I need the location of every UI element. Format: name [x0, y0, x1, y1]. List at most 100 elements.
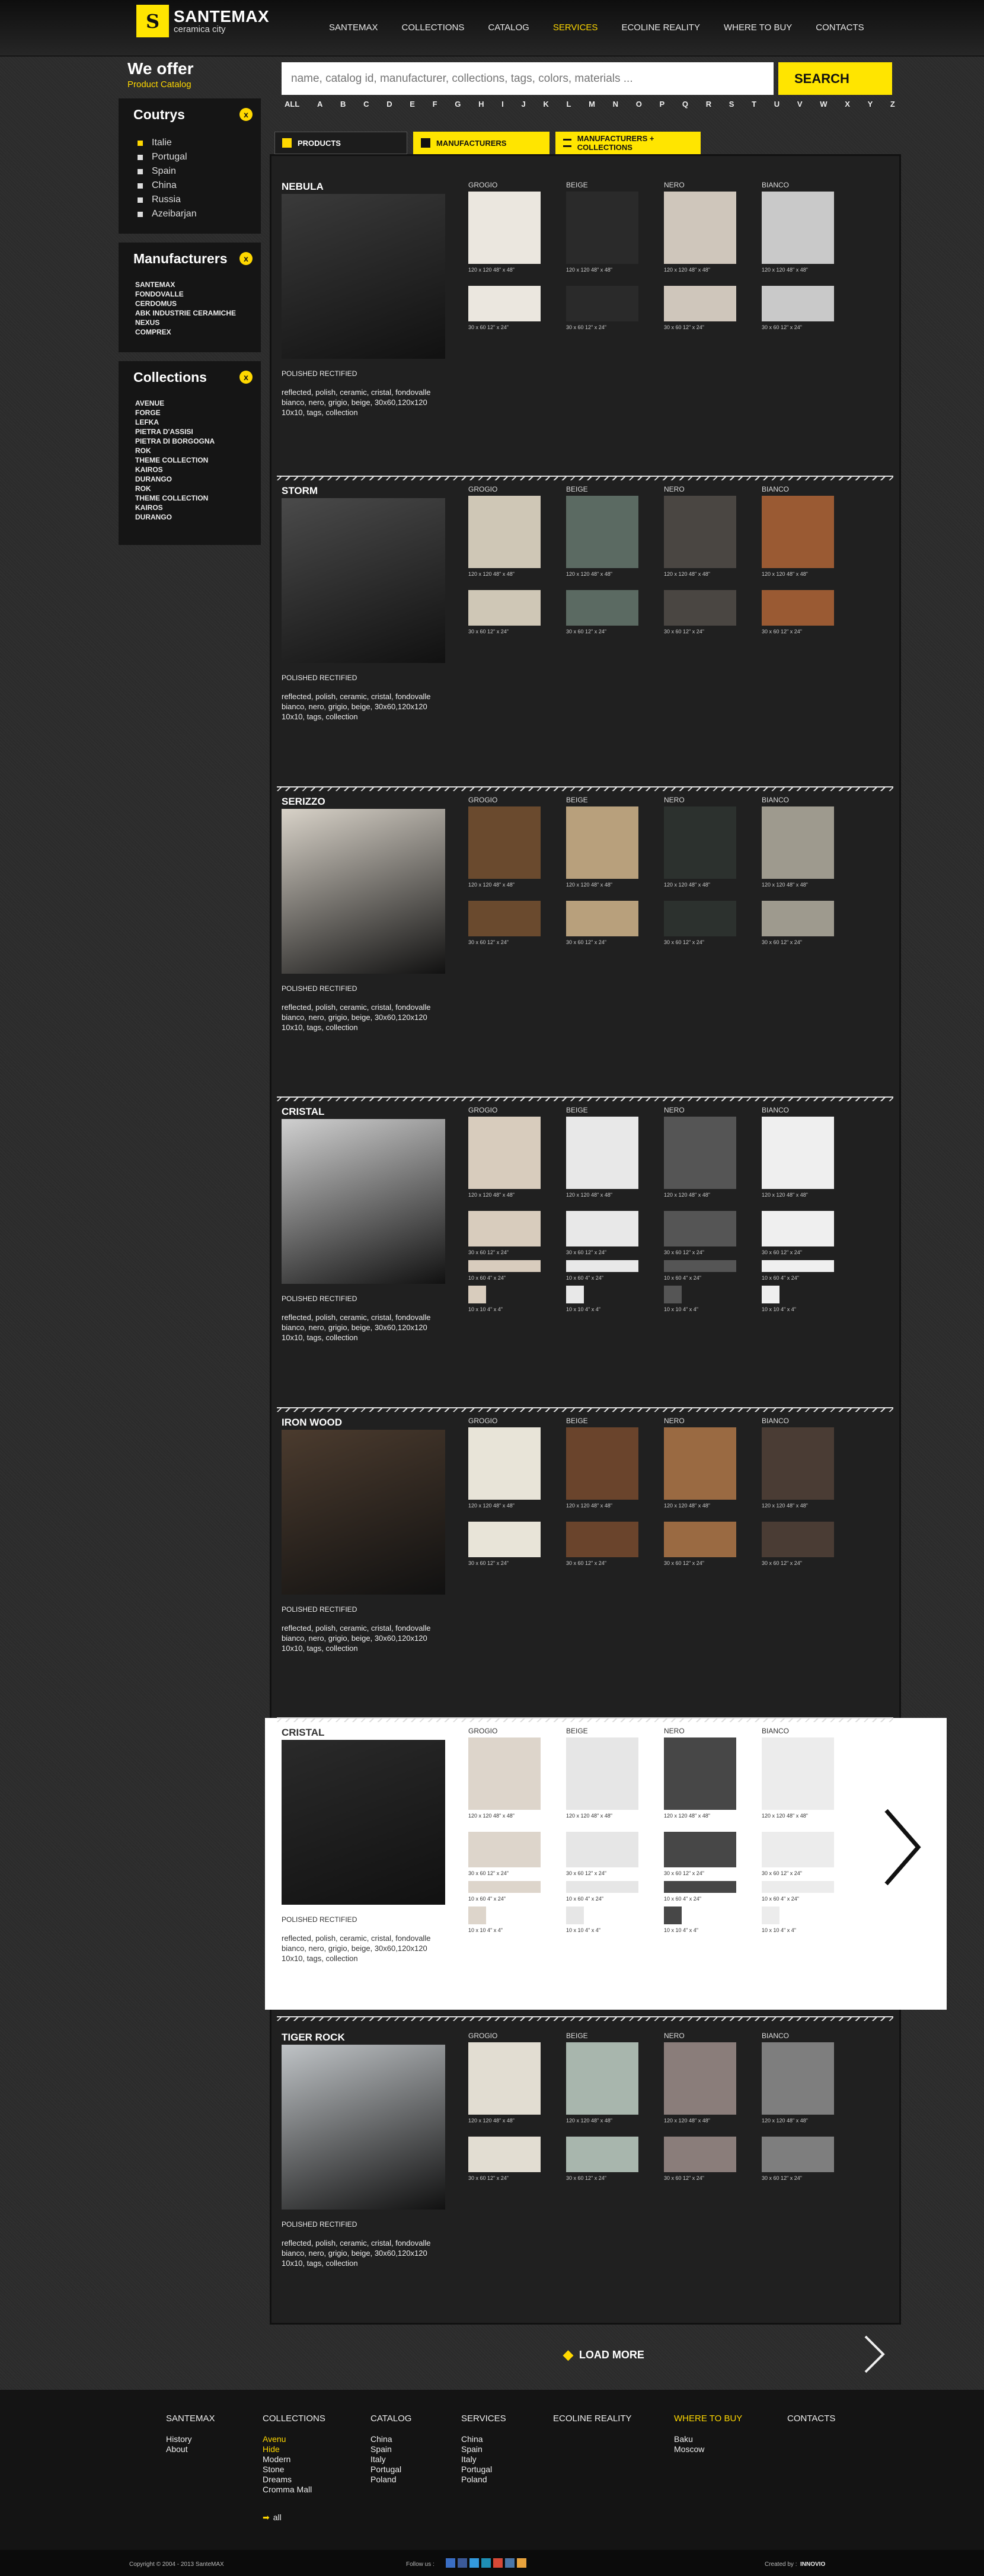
- tile-swatch[interactable]: [664, 1832, 736, 1867]
- tile-swatch[interactable]: [468, 1260, 541, 1272]
- rss-icon[interactable]: [517, 2558, 526, 2568]
- footer-heading[interactable]: SANTEMAX: [166, 2414, 215, 2424]
- tile-swatch[interactable]: [566, 1907, 584, 1924]
- tile-swatch[interactable]: [762, 1260, 834, 1272]
- tile-swatch[interactable]: [468, 496, 541, 568]
- footer-heading[interactable]: CATALOG: [370, 2414, 411, 2424]
- tile-swatch[interactable]: [468, 806, 541, 879]
- tile-swatch[interactable]: [566, 1737, 638, 1810]
- letter-filter[interactable]: Y: [868, 100, 873, 109]
- letter-filter[interactable]: X: [845, 100, 850, 109]
- tile-swatch[interactable]: [664, 1522, 736, 1557]
- tile-swatch[interactable]: [468, 1286, 486, 1303]
- tile-swatch[interactable]: [566, 1286, 584, 1303]
- tile-swatch[interactable]: [566, 2042, 638, 2115]
- vk-icon[interactable]: [505, 2558, 515, 2568]
- product-image[interactable]: [282, 1119, 445, 1284]
- collection-item[interactable]: ROK: [135, 446, 252, 455]
- letter-filter[interactable]: I: [501, 100, 504, 109]
- country-item[interactable]: Spain: [135, 164, 252, 178]
- letter-filter[interactable]: W: [820, 100, 827, 109]
- footer-link[interactable]: China: [461, 2434, 506, 2444]
- tile-swatch[interactable]: [566, 590, 638, 626]
- tile-swatch[interactable]: [664, 590, 736, 626]
- tile-swatch[interactable]: [762, 2137, 834, 2172]
- tile-swatch[interactable]: [762, 286, 834, 321]
- manufacturer-item[interactable]: FONDOVALLE: [135, 289, 252, 299]
- tile-swatch[interactable]: [762, 590, 834, 626]
- footer-link[interactable]: Dreams: [263, 2475, 325, 2485]
- tile-swatch[interactable]: [468, 2137, 541, 2172]
- country-item[interactable]: Russia: [135, 193, 252, 207]
- letter-filter[interactable]: K: [543, 100, 548, 109]
- tile-swatch[interactable]: [664, 1427, 736, 1500]
- tile-swatch[interactable]: [468, 2042, 541, 2115]
- tile-swatch[interactable]: [762, 2042, 834, 2115]
- collection-item[interactable]: PIETRA D'ASSISI: [135, 427, 252, 436]
- footer-link[interactable]: Cromma Mall: [263, 2485, 325, 2495]
- tile-swatch[interactable]: [762, 1522, 834, 1557]
- tile-swatch[interactable]: [664, 2137, 736, 2172]
- footer-link[interactable]: Italy: [461, 2454, 506, 2465]
- letter-filter[interactable]: C: [363, 100, 369, 109]
- tile-swatch[interactable]: [566, 192, 638, 264]
- footer-all-link[interactable]: ➡ all: [263, 2513, 325, 2523]
- tile-swatch[interactable]: [566, 496, 638, 568]
- letter-filter[interactable]: D: [386, 100, 392, 109]
- manufacturer-item[interactable]: CERDOMUS: [135, 299, 252, 308]
- letter-filter[interactable]: ALL: [285, 100, 299, 109]
- tile-swatch[interactable]: [762, 1832, 834, 1867]
- vimeo-icon[interactable]: [481, 2558, 491, 2568]
- tile-swatch[interactable]: [566, 1211, 638, 1246]
- tile-swatch[interactable]: [664, 806, 736, 879]
- tile-swatch[interactable]: [664, 1881, 736, 1893]
- nav-santemax[interactable]: SANTEMAX: [329, 23, 378, 33]
- nav-ecoline-reality[interactable]: ECOLINE REALITY: [621, 23, 700, 33]
- product-image[interactable]: [282, 809, 445, 974]
- collection-item[interactable]: KAIROS: [135, 465, 252, 474]
- collection-item[interactable]: ROK: [135, 484, 252, 493]
- footer-link[interactable]: Hide: [263, 2444, 325, 2454]
- footer-link[interactable]: Italy: [370, 2454, 411, 2465]
- manufacturer-item[interactable]: SANTEMAX: [135, 280, 252, 289]
- tile-swatch[interactable]: [762, 496, 834, 568]
- footer-link[interactable]: Avenu: [263, 2434, 325, 2444]
- tab-manufacturers[interactable]: MANUFACTURERS: [413, 132, 549, 154]
- footer-link[interactable]: Baku: [674, 2434, 742, 2444]
- collection-item[interactable]: THEME COLLECTION: [135, 493, 252, 503]
- tile-swatch[interactable]: [664, 496, 736, 568]
- close-icon[interactable]: x: [239, 108, 253, 121]
- tile-swatch[interactable]: [468, 1522, 541, 1557]
- footer-link[interactable]: Spain: [461, 2444, 506, 2454]
- tile-swatch[interactable]: [468, 1117, 541, 1189]
- product-name[interactable]: NEBULA: [282, 181, 324, 193]
- tile-swatch[interactable]: [664, 1260, 736, 1272]
- nav-catalog[interactable]: CATALOG: [488, 23, 529, 33]
- tile-swatch[interactable]: [664, 1737, 736, 1810]
- collection-item[interactable]: DURANGO: [135, 512, 252, 522]
- footer-link[interactable]: History: [166, 2434, 215, 2444]
- delicious-icon[interactable]: [446, 2558, 455, 2568]
- close-icon[interactable]: x: [239, 252, 253, 265]
- tile-swatch[interactable]: [762, 1881, 834, 1893]
- tile-swatch[interactable]: [762, 901, 834, 936]
- facebook-icon[interactable]: [458, 2558, 467, 2568]
- tile-swatch[interactable]: [664, 2042, 736, 2115]
- tile-swatch[interactable]: [664, 901, 736, 936]
- tile-swatch[interactable]: [762, 1211, 834, 1246]
- letter-filter[interactable]: E: [410, 100, 415, 109]
- letter-filter[interactable]: P: [660, 100, 665, 109]
- nav-services[interactable]: SERVICES: [553, 23, 598, 33]
- tile-swatch[interactable]: [566, 806, 638, 879]
- footer-heading[interactable]: WHERE TO BUY: [674, 2414, 742, 2424]
- tile-swatch[interactable]: [664, 1117, 736, 1189]
- tile-swatch[interactable]: [468, 1211, 541, 1246]
- country-item[interactable]: Portugal: [135, 150, 252, 164]
- manufacturer-item[interactable]: NEXUS: [135, 318, 252, 327]
- letter-filter[interactable]: A: [317, 100, 322, 109]
- next-page-arrow-icon[interactable]: [862, 2333, 886, 2375]
- product-image[interactable]: [282, 1740, 445, 1905]
- product-name[interactable]: TIGER ROCK: [282, 2032, 345, 2043]
- collection-item[interactable]: THEME COLLECTION: [135, 455, 252, 465]
- tile-swatch[interactable]: [762, 1907, 779, 1924]
